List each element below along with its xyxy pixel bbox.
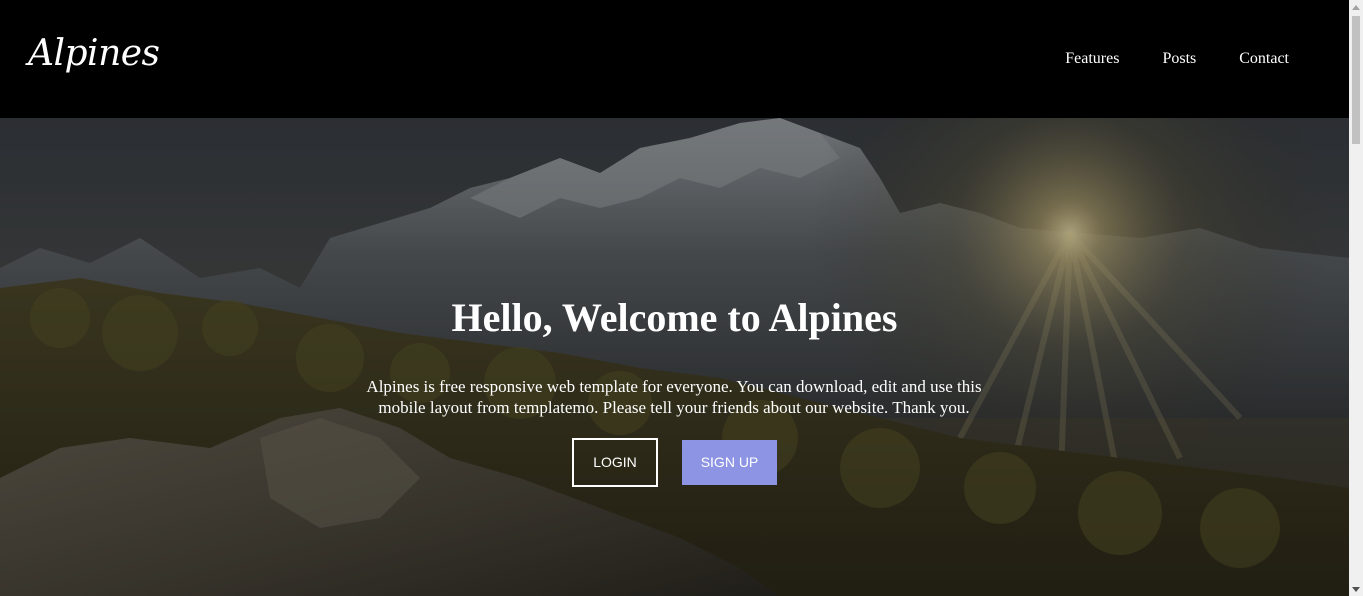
nav-link-posts[interactable]: Posts — [1162, 50, 1196, 68]
scroll-down-arrow-icon[interactable] — [1349, 582, 1363, 596]
nav-link-contact[interactable]: Contact — [1239, 50, 1289, 68]
nav-link-features[interactable]: Features — [1065, 50, 1119, 68]
site-logo[interactable]: Alpines — [28, 36, 160, 72]
main-nav: Features Posts Contact — [1022, 50, 1289, 68]
hero-description: Alpines is free responsive web template … — [366, 377, 982, 417]
login-button[interactable]: LOGIN — [572, 438, 658, 487]
hero-title: Hello, Welcome to Alpines — [451, 295, 898, 340]
page: Alpines Features Posts Contact Hello, We… — [0, 0, 1363, 596]
scrollbar-thumb[interactable] — [1352, 16, 1360, 144]
hero-section: Hello, Welcome to Alpines Alpines is fre… — [0, 118, 1349, 596]
vertical-scrollbar[interactable] — [1349, 0, 1363, 596]
signup-button[interactable]: SIGN UP — [682, 440, 777, 485]
scroll-up-arrow-icon[interactable] — [1349, 0, 1363, 14]
site-header: Alpines Features Posts Contact — [0, 0, 1349, 118]
mountain-sunrise-image — [0, 118, 1349, 596]
